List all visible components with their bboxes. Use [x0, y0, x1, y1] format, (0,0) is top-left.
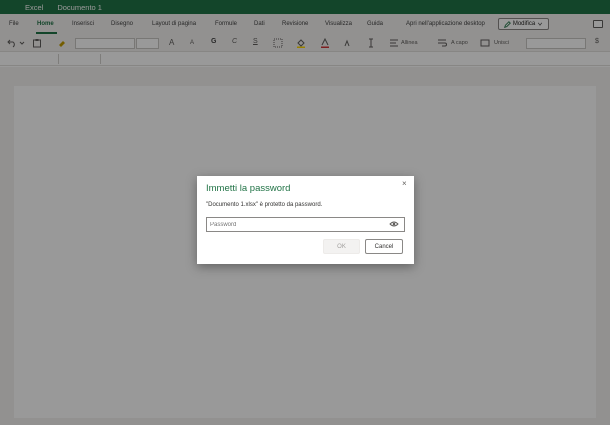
dialog-title: Immetti la password: [206, 183, 291, 194]
close-icon[interactable]: ×: [402, 179, 407, 188]
show-password-icon[interactable]: [389, 220, 399, 228]
cancel-button[interactable]: Cancel: [365, 239, 403, 254]
ok-button[interactable]: OK: [323, 239, 360, 254]
dialog-message: "Documento 1.xlsx" è protetto da passwor…: [206, 202, 323, 208]
password-input[interactable]: [206, 217, 405, 232]
password-dialog: Immetti la password × "Documento 1.xlsx"…: [197, 176, 414, 264]
